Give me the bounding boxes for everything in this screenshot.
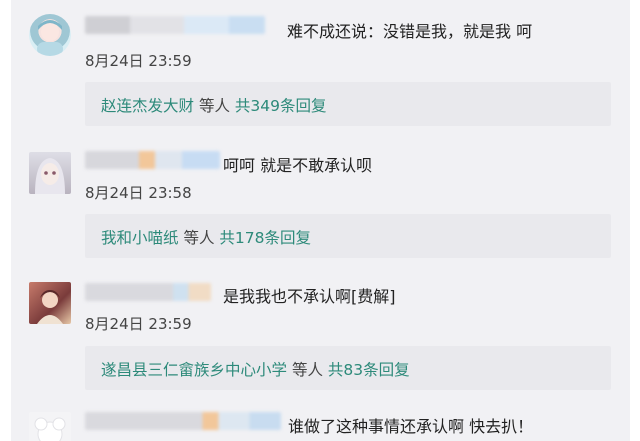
avatar-illustration: [34, 417, 66, 441]
comment-timestamp: 8月24日 23:59: [85, 315, 192, 333]
reply-summary[interactable]: 遂昌县三仁畲族乡中心小学 等人 共83条回复: [85, 346, 611, 390]
avatar-illustration: [37, 20, 63, 56]
reply-users-link[interactable]: 我和小喵纸: [101, 229, 179, 247]
reply-mid-text: 等人: [198, 97, 230, 115]
comment-text: 是我我也不承认啊[费解]: [223, 287, 396, 306]
comment-item: 谁做了这种事情还承认啊 快去扒！: [11, 404, 630, 441]
comment-timestamp: 8月24日 23:58: [85, 184, 192, 202]
comment-text: 谁做了这种事情还承认啊 快去扒！: [288, 417, 534, 436]
reply-mid-text: 等人: [183, 229, 215, 247]
reply-users-link[interactable]: 遂昌县三仁畲族乡中心小学: [101, 361, 287, 379]
reply-summary[interactable]: 赵连杰发大财 等人 共349条回复: [85, 82, 611, 126]
comment-item: 呵呵 就是不敢承认呗 8月24日 23:58 我和小喵纸 等人 共178条回复: [11, 148, 630, 276]
avatar-illustration: [35, 158, 65, 194]
blurred-username[interactable]: [85, 412, 281, 430]
reply-count-link[interactable]: 共349条回复: [235, 97, 327, 115]
reply-count-link[interactable]: 共178条回复: [219, 229, 311, 247]
comment-item: 难不成还说：没错是我，就是我 呵 8月24日 23:59 赵连杰发大财 等人 共…: [11, 0, 630, 148]
comment-text: 难不成还说：没错是我，就是我 呵: [287, 22, 533, 41]
reply-summary[interactable]: 我和小喵纸 等人 共178条回复: [85, 214, 611, 258]
avatar[interactable]: [29, 282, 71, 324]
reply-mid-text: 等人: [291, 361, 323, 379]
avatar[interactable]: [29, 152, 71, 194]
blurred-username[interactable]: [85, 283, 211, 301]
comment-timestamp: 8月24日 23:59: [85, 52, 192, 70]
avatar[interactable]: [29, 412, 71, 441]
reply-users-link[interactable]: 赵连杰发大财: [101, 97, 194, 115]
blurred-username[interactable]: [85, 151, 220, 169]
comment-feed: 难不成还说：没错是我，就是我 呵 8月24日 23:59 赵连杰发大财 等人 共…: [11, 0, 630, 441]
avatar-illustration: [37, 290, 63, 324]
blurred-username[interactable]: [85, 16, 265, 34]
comment-item: 是我我也不承认啊[费解] 8月24日 23:59 遂昌县三仁畲族乡中心小学 等人…: [11, 276, 630, 404]
reply-count-link[interactable]: 共83条回复: [328, 361, 410, 379]
avatar[interactable]: [29, 14, 71, 56]
comment-text: 呵呵 就是不敢承认呗: [223, 156, 373, 175]
